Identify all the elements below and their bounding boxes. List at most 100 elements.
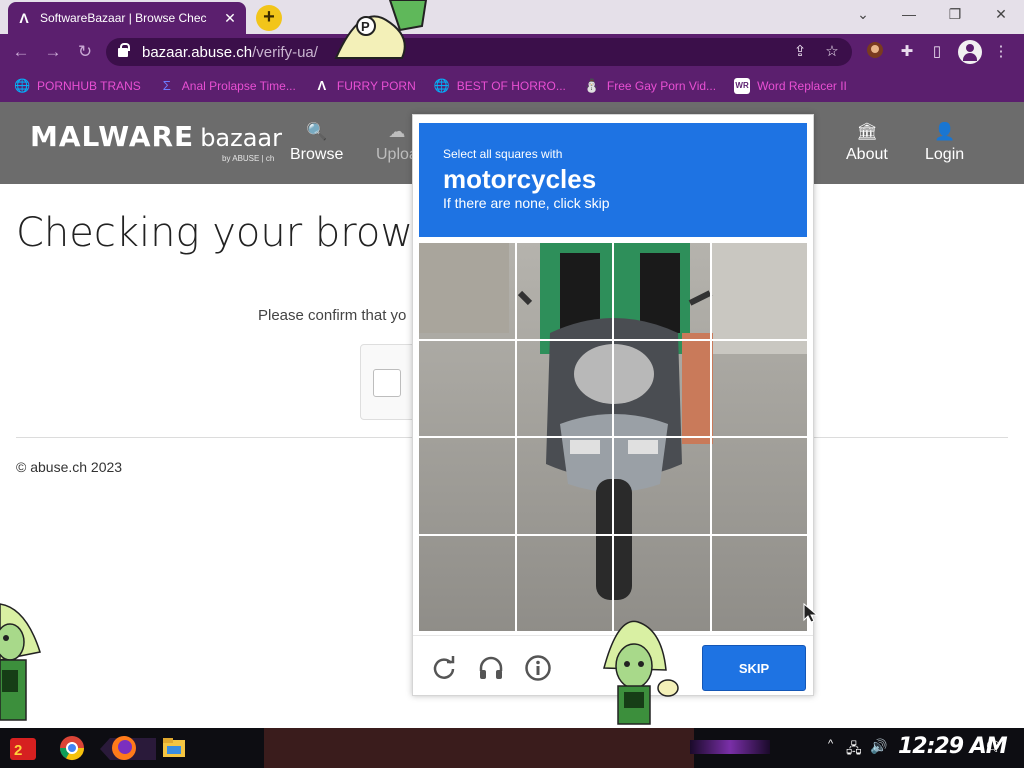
challenge-hint: If there are none, click skip <box>443 195 610 211</box>
confirm-human-text: Please confirm that yo <box>258 307 407 324</box>
share-icon[interactable]: ⇪ <box>788 40 812 64</box>
captcha-challenge-modal: Select all squares with motorcycles If t… <box>412 114 814 696</box>
challenge-tile[interactable] <box>516 340 612 436</box>
challenge-tile[interactable] <box>614 340 710 436</box>
tile-photo <box>711 340 807 436</box>
nav-about[interactable]: 🏛 About <box>846 122 888 164</box>
building-icon: 🏛 <box>856 122 878 141</box>
bookmark-item[interactable]: ⛄ Free Gay Porn Vid... <box>584 78 716 94</box>
bookmark-item[interactable]: 🌐 PORNHUB TRANS <box>14 78 141 94</box>
bookmark-label: Word Replacer II <box>757 79 847 93</box>
challenge-tile[interactable] <box>614 535 710 631</box>
malwarebazaar-logo[interactable]: MALWARE bazaar by ABUSE | ch <box>30 120 283 163</box>
back-button[interactable]: ← <box>10 41 32 63</box>
notification-icon[interactable]: 🗨 <box>984 738 1002 755</box>
profile-avatar[interactable] <box>958 40 982 64</box>
challenge-tile[interactable] <box>419 535 515 631</box>
taskbar-purple-band <box>690 740 770 754</box>
bookmark-item[interactable]: WR Word Replacer II <box>734 78 847 94</box>
bookmark-label: Anal Prolapse Time... <box>181 79 296 93</box>
chrome-icon[interactable] <box>58 734 86 762</box>
challenge-tile[interactable] <box>711 340 807 436</box>
bookmark-label: PORNHUB TRANS <box>37 79 141 93</box>
start-button-icon[interactable]: 2 <box>8 736 38 762</box>
tile-photo <box>711 438 807 534</box>
bookmark-item[interactable]: Σ Anal Prolapse Time... <box>159 78 296 94</box>
challenge-tile[interactable] <box>711 243 807 339</box>
peridot-sticker-top: P <box>334 0 428 59</box>
menu-kebab-icon[interactable]: ⋮ <box>990 41 1012 63</box>
forward-button[interactable]: → <box>42 41 64 63</box>
tile-photo <box>614 535 710 631</box>
tab-close-icon[interactable]: ✕ <box>222 10 238 27</box>
tile-photo <box>516 340 612 436</box>
challenge-tile[interactable] <box>711 438 807 534</box>
bookmark-star-icon[interactable]: ☆ <box>820 40 844 64</box>
hcaptcha-widget <box>360 344 420 420</box>
minimize-button[interactable]: — <box>894 6 924 26</box>
challenge-header: Select all squares with motorcycles If t… <box>419 123 807 237</box>
skip-button[interactable]: SKIP <box>702 645 806 691</box>
lambda-icon: Λ <box>317 78 327 93</box>
peridot-sticker-bottom <box>603 620 679 725</box>
sigma-icon: Σ <box>162 78 171 93</box>
challenge-image-grid <box>419 243 807 631</box>
challenge-tile[interactable] <box>516 243 612 339</box>
reload-button[interactable]: ↻ <box>74 41 96 63</box>
tab-search-chevron-icon[interactable]: ⌄ <box>848 6 878 26</box>
challenge-prompt: Select all squares with <box>443 147 563 161</box>
bookmark-label: Free Gay Porn Vid... <box>606 79 717 93</box>
tile-photo <box>614 243 710 339</box>
bookmark-label: FURRY PORN <box>336 79 416 93</box>
info-icon[interactable] <box>524 654 552 682</box>
tab-strip: Λ SoftwareBazaar | Browse Chec ✕ + ⌄ — ❐… <box>0 0 1024 34</box>
bookmark-label: BEST OF HORRO... <box>456 79 566 93</box>
challenge-tile[interactable] <box>516 438 612 534</box>
nav-label: Browse <box>290 146 344 163</box>
nav-browse[interactable]: 🔍 Browse <box>290 122 343 164</box>
user-icon: 👤 <box>933 122 956 141</box>
svg-text:P: P <box>361 19 370 34</box>
nav-label: About <box>846 146 888 163</box>
refresh-icon[interactable] <box>430 654 458 682</box>
file-explorer-icon[interactable] <box>160 734 188 762</box>
challenge-tile[interactable] <box>614 438 710 534</box>
nav-login[interactable]: 👤 Login <box>925 122 964 164</box>
challenge-tile[interactable] <box>711 535 807 631</box>
audio-headphones-icon[interactable] <box>477 654 505 682</box>
network-icon[interactable]: 🖧 <box>846 738 862 762</box>
tile-photo <box>419 340 515 436</box>
close-window-button[interactable]: ✕ <box>986 6 1016 26</box>
firefox-icon[interactable] <box>110 734 138 762</box>
new-tab-button[interactable]: + <box>256 5 282 31</box>
challenge-tile[interactable] <box>516 535 612 631</box>
url-path: /verify-ua/ <box>252 43 318 61</box>
challenge-tile[interactable] <box>419 340 515 436</box>
bookmark-item[interactable]: 🌐 BEST OF HORRO... <box>434 78 566 94</box>
extension-avatar-icon[interactable] <box>864 41 886 63</box>
tile-photo <box>711 243 807 339</box>
challenge-tile[interactable] <box>614 243 710 339</box>
volume-icon[interactable]: 🔊 <box>870 738 887 755</box>
lock-icon[interactable] <box>118 42 130 57</box>
browser-tab-active[interactable]: Λ SoftwareBazaar | Browse Chec ✕ <box>8 2 246 34</box>
browser-toolbar: ← → ↻ bazaar.abuse.ch/verify-ua/ ⇪ ☆ ✚ ▯… <box>0 34 1024 70</box>
url-host: bazaar.abuse.ch <box>142 43 253 61</box>
page-title: Checking your browser <box>16 210 475 256</box>
side-panel-icon[interactable]: ▯ <box>926 41 948 63</box>
bookmark-item[interactable]: Λ FURRY PORN <box>314 78 416 94</box>
challenge-tile[interactable] <box>419 243 515 339</box>
logo-main-text: MALWARE <box>30 120 195 153</box>
logo-sub-text: bazaar <box>200 124 283 152</box>
tab-title: SoftwareBazaar | Browse Chec <box>40 11 207 25</box>
peridot-sticker-left <box>0 603 41 721</box>
tray-chevron-icon[interactable]: ^ <box>828 738 833 750</box>
address-bar[interactable]: bazaar.abuse.ch/verify-ua/ ⇪ ☆ <box>106 38 852 66</box>
hcaptcha-checkbox[interactable] <box>373 369 401 397</box>
challenge-tile[interactable] <box>419 438 515 534</box>
extensions-puzzle-icon[interactable]: ✚ <box>896 41 918 63</box>
restore-button[interactable]: ❐ <box>940 6 970 26</box>
nav-label: Login <box>925 146 965 163</box>
bookmarks-bar: 🌐 PORNHUB TRANS Σ Anal Prolapse Time... … <box>0 70 1024 102</box>
globe-icon: 🌐 <box>14 78 31 93</box>
